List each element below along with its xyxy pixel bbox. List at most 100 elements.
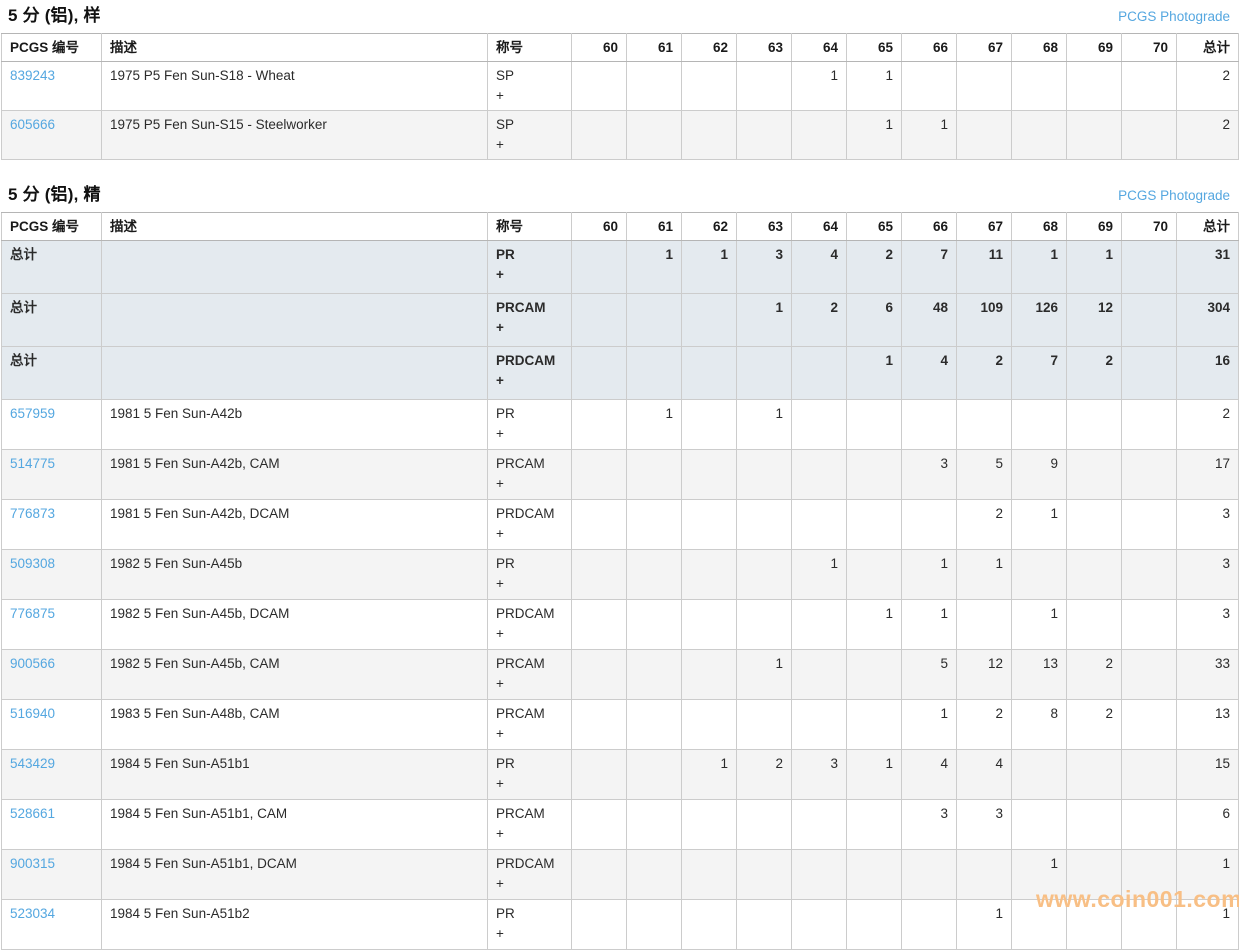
grade-cell-68: 1	[1012, 600, 1067, 650]
column-header-grade-60: 60	[572, 213, 627, 241]
grade-cell-61	[627, 800, 682, 850]
pcgs-number-link[interactable]: 543429	[10, 756, 55, 771]
grade-cell-62	[682, 600, 737, 650]
pcgs-number-link[interactable]: 605666	[10, 117, 55, 132]
table-header-row: PCGS 编号描述称号6061626364656667686970总计	[2, 34, 1239, 62]
column-header-pcgs-number: PCGS 编号	[2, 213, 102, 241]
designation-cell: PR+	[488, 550, 572, 600]
table-row: 5147751981 5 Fen Sun-A42b, CAMPRCAM+3591…	[2, 450, 1239, 500]
description-cell: 1984 5 Fen Sun-A51b1	[102, 750, 488, 800]
column-header-designation: 称号	[488, 213, 572, 241]
total-cell: 2	[1177, 62, 1239, 111]
designation-cell: PR+	[488, 400, 572, 450]
column-header-grade-69: 69	[1067, 34, 1122, 62]
grade-cell-69: 12	[1067, 294, 1122, 347]
grade-cell-67: 109	[957, 294, 1012, 347]
total-cell: 6	[1177, 800, 1239, 850]
grade-cell-66: 4	[902, 347, 957, 400]
population-table: PCGS 编号描述称号6061626364656667686970总计 总计PR…	[1, 212, 1239, 950]
pcgs-photograde-link[interactable]: PCGS Photograde	[1118, 9, 1230, 24]
total-cell: 13	[1177, 700, 1239, 750]
grade-cell-69	[1067, 111, 1122, 160]
grade-cell-65	[847, 550, 902, 600]
section-header: 5 分 (铝), 精 PCGS Photograde	[0, 179, 1239, 212]
designation-plus: +	[496, 574, 563, 594]
pcgs-number-link[interactable]: 776873	[10, 506, 55, 521]
designation-name: PRDCAM	[496, 504, 563, 524]
grade-cell-70	[1122, 500, 1177, 550]
grade-cell-67	[957, 111, 1012, 160]
grade-cell-64: 2	[792, 294, 847, 347]
column-header-grade-69: 69	[1067, 213, 1122, 241]
designation-name: PRDCAM	[496, 351, 563, 371]
grade-cell-62	[682, 550, 737, 600]
population-report: 5 分 (铝), 样 PCGS Photograde PCGS 编号描述称号60…	[0, 0, 1239, 950]
grade-cell-61	[627, 550, 682, 600]
designation-plus: +	[496, 524, 563, 544]
grade-cell-60	[572, 111, 627, 160]
grade-cell-68: 7	[1012, 347, 1067, 400]
grade-cell-65: 2	[847, 241, 902, 294]
designation-plus: +	[496, 824, 563, 844]
grade-cell-63: 3	[737, 241, 792, 294]
grade-cell-62	[682, 111, 737, 160]
grade-cell-62	[682, 450, 737, 500]
pcgs-number-link[interactable]: 523034	[10, 906, 55, 921]
grade-cell-67: 1	[957, 900, 1012, 950]
pcgs-number-cell: 总计	[2, 347, 102, 400]
grade-cell-69	[1067, 450, 1122, 500]
total-cell: 3	[1177, 550, 1239, 600]
grade-cell-64	[792, 850, 847, 900]
pcgs-number-link[interactable]: 776875	[10, 606, 55, 621]
grade-cell-68	[1012, 550, 1067, 600]
grade-cell-60	[572, 450, 627, 500]
pcgs-number-link[interactable]: 514775	[10, 456, 55, 471]
grade-cell-63	[737, 900, 792, 950]
grade-cell-60	[572, 241, 627, 294]
grade-cell-69	[1067, 62, 1122, 111]
column-header-pcgs-number: PCGS 编号	[2, 34, 102, 62]
designation-cell: PRCAM+	[488, 650, 572, 700]
grade-cell-68: 13	[1012, 650, 1067, 700]
pcgs-number-link[interactable]: 528661	[10, 806, 55, 821]
pcgs-number-link[interactable]: 509308	[10, 556, 55, 571]
grade-cell-60	[572, 500, 627, 550]
pcgs-number-link[interactable]: 839243	[10, 68, 55, 83]
table-row: 6056661975 P5 Fen Sun-S15 - SteelworkerS…	[2, 111, 1239, 160]
column-header-grade-63: 63	[737, 34, 792, 62]
grade-cell-68	[1012, 750, 1067, 800]
grade-cell-66	[902, 400, 957, 450]
grade-cell-62	[682, 500, 737, 550]
pcgs-number-link[interactable]: 516940	[10, 706, 55, 721]
grade-cell-67: 3	[957, 800, 1012, 850]
description-cell	[102, 347, 488, 400]
designation-cell: PR+	[488, 750, 572, 800]
pcgs-number-link[interactable]: 900315	[10, 856, 55, 871]
grade-cell-65: 1	[847, 600, 902, 650]
pcgs-number-link[interactable]: 657959	[10, 406, 55, 421]
table-row: 5230341984 5 Fen Sun-A51b2PR+11	[2, 900, 1239, 950]
grade-cell-67	[957, 850, 1012, 900]
pcgs-number-link[interactable]: 900566	[10, 656, 55, 671]
column-header-grade-68: 68	[1012, 34, 1067, 62]
grade-cell-60	[572, 800, 627, 850]
grade-cell-67	[957, 600, 1012, 650]
grade-cell-64: 1	[792, 62, 847, 111]
total-cell: 17	[1177, 450, 1239, 500]
pcgs-number-cell: 776873	[2, 500, 102, 550]
pcgs-number-cell: 839243	[2, 62, 102, 111]
description-cell	[102, 294, 488, 347]
designation-plus: +	[496, 135, 563, 155]
designation-name: PRCAM	[496, 804, 563, 824]
grade-cell-70	[1122, 62, 1177, 111]
grade-cell-69	[1067, 800, 1122, 850]
pcgs-photograde-link[interactable]: PCGS Photograde	[1118, 188, 1230, 203]
grade-cell-70	[1122, 550, 1177, 600]
description-cell	[102, 241, 488, 294]
designation-plus: +	[496, 874, 563, 894]
grade-cell-63	[737, 111, 792, 160]
table-row: 5434291984 5 Fen Sun-A51b1PR+12314415	[2, 750, 1239, 800]
grade-cell-68: 8	[1012, 700, 1067, 750]
column-header-total: 总计	[1177, 34, 1239, 62]
description-cell: 1981 5 Fen Sun-A42b	[102, 400, 488, 450]
